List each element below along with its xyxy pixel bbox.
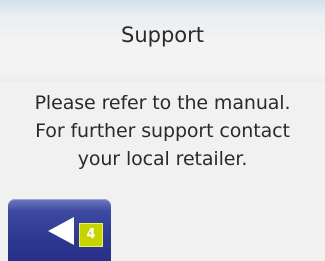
- step-number-badge: 4: [79, 223, 103, 247]
- back-button[interactable]: 4: [8, 199, 111, 261]
- support-screen: Support Please refer to the manual. For …: [0, 0, 325, 261]
- support-message: Please refer to the manual. For further …: [4, 89, 321, 173]
- back-arrow-icon: [48, 217, 74, 245]
- message-line-3: your local retailer.: [77, 148, 248, 170]
- title-bar: Support: [0, 0, 325, 82]
- message-line-2: For further support contact: [35, 120, 290, 142]
- message-line-1: Please refer to the manual.: [34, 92, 291, 114]
- page-title: Support: [120, 23, 204, 47]
